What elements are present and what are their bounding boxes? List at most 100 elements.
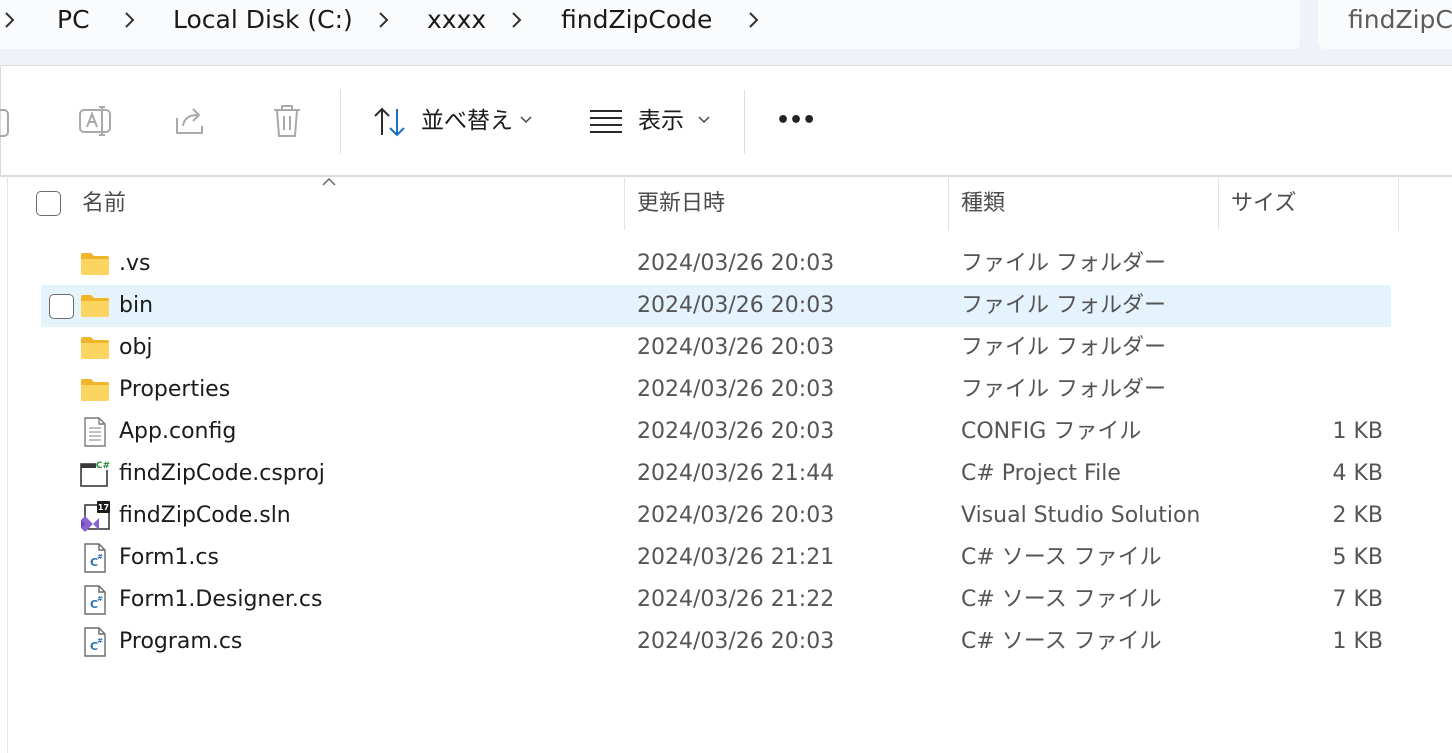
svg-text:C#: C# <box>96 461 110 471</box>
toolbar-separator <box>744 90 745 154</box>
file-type: ファイル フォルダー <box>961 251 1166 276</box>
file-modified-date: 2024/03/26 20:03 <box>637 629 835 654</box>
file-modified-date: 2024/03/26 20:03 <box>637 293 835 318</box>
file-name: Form1.cs <box>119 545 219 570</box>
file-row[interactable]: obj 2024/03/26 20:03 ファイル フォルダー <box>41 327 1391 369</box>
csproj-file-icon: C# <box>79 458 111 490</box>
file-row[interactable]: Properties 2024/03/26 20:03 ファイル フォルダー <box>41 369 1391 411</box>
pane-border <box>0 176 8 753</box>
file-size: 1 KB <box>1332 419 1383 444</box>
file-type: C# ソース ファイル <box>961 545 1162 570</box>
file-type: ファイル フォルダー <box>961 293 1166 318</box>
cs-file-icon: C # <box>79 626 111 658</box>
file-type: C# ソース ファイル <box>961 629 1162 654</box>
cs-file-icon: C # <box>79 542 111 574</box>
breadcrumb-item-findzipcode[interactable]: findZipCode <box>561 2 712 38</box>
column-header-type[interactable]: 種類 <box>961 186 1005 222</box>
toolbar-separator <box>340 90 341 154</box>
file-size: 2 KB <box>1332 503 1383 528</box>
chevron-down-icon[interactable] <box>519 114 533 126</box>
chevron-down-icon[interactable] <box>697 114 711 126</box>
view-icon <box>590 110 622 133</box>
breadcrumb-item-xxxx[interactable]: xxxx <box>427 2 486 38</box>
breadcrumb-item-pc[interactable]: PC <box>57 2 90 38</box>
file-type: Visual Studio Solution <box>961 503 1201 528</box>
file-size: 1 KB <box>1332 629 1383 654</box>
folder-icon <box>79 290 111 322</box>
search-box[interactable]: findZipCo <box>1318 0 1452 49</box>
file-modified-date: 2024/03/26 21:44 <box>637 461 835 486</box>
chevron-right-icon[interactable] <box>116 6 144 34</box>
view-label[interactable]: 表示 <box>638 104 684 138</box>
file-name: findZipCode.sln <box>119 503 291 528</box>
chevron-right-icon[interactable] <box>740 6 768 34</box>
folder-icon <box>79 374 111 406</box>
column-header-size[interactable]: サイズ <box>1231 186 1296 222</box>
sort-label[interactable]: 並べ替え <box>421 104 513 138</box>
file-size: 5 KB <box>1332 545 1383 570</box>
sort-icon <box>374 107 405 137</box>
svg-text:#: # <box>97 637 103 645</box>
file-name: App.config <box>119 419 237 444</box>
file-type: C# ソース ファイル <box>961 587 1162 612</box>
chevron-right-icon[interactable] <box>370 6 398 34</box>
cs-file-icon: C # <box>79 584 111 616</box>
delete-icon[interactable] <box>270 103 304 139</box>
file-name: findZipCode.csproj <box>119 461 325 486</box>
column-divider[interactable] <box>1398 178 1399 230</box>
file-row[interactable]: 17 findZipCode.sln 2024/03/26 20:03 Visual … <box>41 495 1391 537</box>
file-type: C# Project File <box>961 461 1121 486</box>
file-row[interactable]: C# findZipCode.csproj 2024/03/26 21:44 C# P… <box>41 453 1391 495</box>
file-modified-date: 2024/03/26 20:03 <box>637 503 835 528</box>
folder-icon <box>79 332 111 364</box>
share-icon[interactable] <box>174 104 208 138</box>
row-checkbox[interactable] <box>49 294 74 319</box>
file-modified-date: 2024/03/26 20:03 <box>637 419 835 444</box>
breadcrumb-item-local-disk[interactable]: Local Disk (C:) <box>173 2 353 38</box>
svg-text:#: # <box>97 595 103 603</box>
file-size: 4 KB <box>1332 461 1383 486</box>
column-header-modified[interactable]: 更新日時 <box>637 186 725 222</box>
divider <box>0 175 1452 177</box>
file-name: Properties <box>119 377 231 402</box>
column-divider[interactable] <box>948 178 949 230</box>
column-divider[interactable] <box>1218 178 1219 230</box>
file-row[interactable]: C # Program.cs 2024/03/26 20:03 C# ソース ファイル 1… <box>41 621 1391 663</box>
address-bar[interactable]: PC Local Disk (C:) xxxx findZipCode <box>0 0 1300 49</box>
folder-icon <box>79 248 111 280</box>
file-row[interactable]: bin 2024/03/26 20:03 ファイル フォルダー <box>41 285 1391 327</box>
file-row[interactable]: .vs 2024/03/26 20:03 ファイル フォルダー <box>41 243 1391 285</box>
file-name: .vs <box>119 251 151 276</box>
search-placeholder: findZipCo <box>1348 5 1452 34</box>
more-options-button[interactable]: ••• <box>776 104 816 138</box>
file-modified-date: 2024/03/26 20:03 <box>637 377 835 402</box>
chevron-right-icon[interactable] <box>503 6 531 34</box>
chevron-right-icon[interactable] <box>0 6 24 34</box>
column-header-name[interactable]: 名前 <box>82 186 126 222</box>
file-row[interactable]: App.config 2024/03/26 20:03 CONFIG ファイル 1 K… <box>41 411 1391 453</box>
svg-text:#: # <box>97 553 103 561</box>
column-divider[interactable] <box>624 178 625 230</box>
file-modified-date: 2024/03/26 21:22 <box>637 587 835 612</box>
file-type: CONFIG ファイル <box>961 419 1142 444</box>
rename-icon[interactable] <box>78 104 112 138</box>
file-name: Program.cs <box>119 629 243 654</box>
file-type: ファイル フォルダー <box>961 335 1166 360</box>
file-name: bin <box>119 293 154 318</box>
file-name: obj <box>119 335 153 360</box>
copy-icon[interactable] <box>0 104 14 138</box>
file-size: 7 KB <box>1332 587 1383 612</box>
top-bar: PC Local Disk (C:) xxxx findZipCode find… <box>0 0 1452 66</box>
command-bar <box>0 66 1452 176</box>
file-modified-date: 2024/03/26 20:03 <box>637 251 835 276</box>
file-row[interactable]: C # Form1.cs 2024/03/26 21:21 C# ソース ファイル 5 K… <box>41 537 1391 579</box>
file-row[interactable]: C # Form1.Designer.cs 2024/03/26 21:22 C# ソー… <box>41 579 1391 621</box>
select-all-checkbox[interactable] <box>36 191 61 216</box>
sln-file-icon: 17 <box>79 500 111 532</box>
svg-text:17: 17 <box>98 503 109 512</box>
config-file-icon <box>79 416 111 448</box>
file-type: ファイル フォルダー <box>961 377 1166 402</box>
file-name: Form1.Designer.cs <box>119 587 323 612</box>
file-modified-date: 2024/03/26 20:03 <box>637 335 835 360</box>
sort-ascending-icon <box>322 177 336 186</box>
